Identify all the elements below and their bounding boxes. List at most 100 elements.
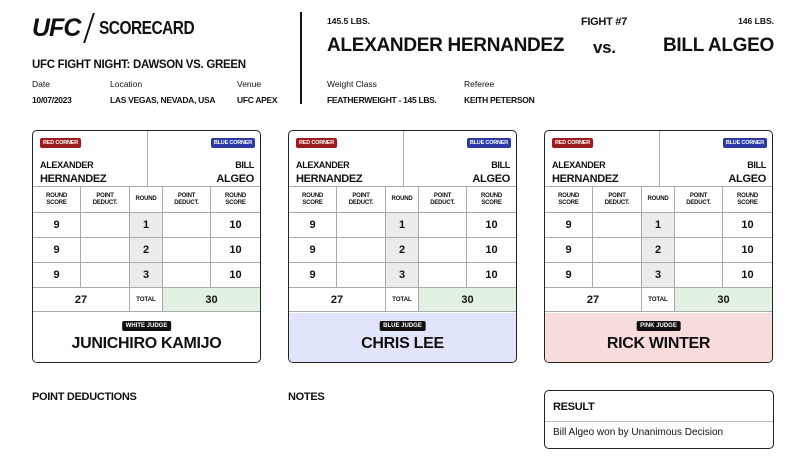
- header-divider: [300, 12, 302, 104]
- blue-round-score-header: ROUND SCORE: [723, 187, 772, 212]
- corner-names: RED CORNER BLUE CORNER ALEXANDER HERNAND…: [545, 131, 772, 187]
- ufc-brand: UFC SCORECARD: [32, 13, 210, 43]
- score-grid: ROUND SCORE POINT DEDUCT. ROUND POINT DEDUC…: [545, 187, 772, 312]
- venue-block: Venue UFC APEX: [237, 79, 278, 105]
- referee-label: Referee: [464, 79, 495, 89]
- date-label: Date: [32, 79, 50, 89]
- blue-point-deduct: [163, 213, 211, 237]
- round-number: 1: [642, 213, 675, 237]
- judge-name: RICK WINTER: [606, 335, 711, 352]
- blue-first-name: BILL: [491, 160, 510, 170]
- red-first-name: ALEXANDER: [40, 160, 94, 170]
- judge-scorecard-3: RED CORNER BLUE CORNER ALEXANDER HERNAND…: [544, 130, 773, 363]
- header-text: DEDUCT.: [348, 199, 374, 206]
- round-row: 9 3 10: [33, 263, 260, 288]
- header-text: SCORE: [46, 199, 67, 206]
- judge-panel: WHITE JUDGE JUNICHIRO KAMIJO: [33, 313, 260, 362]
- round-row: 9 2 10: [33, 238, 260, 263]
- result-text: Bill Algeo won by Unanimous Decision: [553, 427, 724, 438]
- header-text: DEDUCT.: [686, 199, 711, 206]
- blue-round-score: 10: [485, 219, 498, 231]
- red-round-score: 9: [289, 238, 337, 262]
- red-point-deduct-header: POINT DEDUCT.: [81, 187, 130, 212]
- header-text: POINT: [433, 192, 452, 199]
- header-text: ROUND: [302, 192, 323, 199]
- red-first-name: ALEXANDER: [552, 160, 606, 170]
- corner-divider: [147, 131, 148, 187]
- blue-point-deduct-header: POINT DEDUCT.: [675, 187, 723, 212]
- header-text: POINT: [608, 192, 626, 199]
- red-last-name: HERNANDEZ: [40, 173, 107, 185]
- round-row: 9 1 10: [289, 213, 516, 238]
- weight-class-value: FEATHERWEIGHT - 145 LBS.: [327, 95, 437, 105]
- red-corner-badge: RED CORNER: [296, 138, 337, 148]
- blue-first-name: BILL: [235, 160, 254, 170]
- header-text: POINT: [177, 192, 196, 199]
- red-fighter-name: ALEXANDER HERNANDEZ: [327, 35, 565, 56]
- blue-round-score: 10: [229, 219, 242, 231]
- weight-class-block: Weight Class FEATHERWEIGHT - 145 LBS.: [327, 79, 437, 105]
- header-text: DEDUCT.: [174, 199, 199, 206]
- location-label: Location: [110, 79, 143, 89]
- blue-point-deduct: [419, 263, 467, 287]
- blue-corner-badge: BLUE CORNER: [722, 138, 767, 148]
- round-rows: 9 1 10 9 2 10 9 3 10: [33, 213, 260, 288]
- blue-point-deduct-header: POINT DEDUCT.: [419, 187, 467, 212]
- blue-point-deduct: [675, 238, 723, 262]
- total-label: TOTAL: [386, 288, 419, 311]
- round-number: 3: [130, 263, 163, 287]
- blue-round-score: 10: [485, 269, 498, 281]
- red-round-score: 9: [33, 263, 81, 287]
- blue-round-score: 10: [741, 219, 754, 231]
- location-block: Location LAS VEGAS, NEVADA, USA: [110, 79, 215, 105]
- red-round-score: 9: [289, 213, 337, 237]
- header-text: ROUND: [225, 192, 246, 199]
- blue-round-score-header: ROUND SCORE: [467, 187, 516, 212]
- venue-value: UFC APEX: [237, 95, 278, 105]
- judge-color-badge: WHITE JUDGE: [121, 321, 172, 331]
- round-row: 9 2 10: [545, 238, 772, 263]
- round-header: ROUND: [386, 187, 419, 212]
- blue-last-name: ALGEO: [728, 173, 766, 185]
- round-number: 2: [130, 238, 163, 262]
- corner-names: RED CORNER BLUE CORNER ALEXANDER HERNAND…: [33, 131, 260, 187]
- red-corner-fighter: ALEXANDER HERNANDEZ: [552, 158, 652, 186]
- blue-point-deduct: [419, 213, 467, 237]
- blue-first-name: BILL: [747, 160, 766, 170]
- blue-total: 30: [163, 288, 260, 311]
- ufc-logo: UFC: [32, 13, 81, 42]
- blue-last-name: ALGEO: [472, 173, 510, 185]
- round-header: ROUND: [642, 187, 675, 212]
- totals-row: 27 TOTAL 30: [33, 288, 260, 312]
- header-text: POINT: [96, 192, 114, 199]
- vs-label: vs.: [593, 38, 616, 57]
- red-point-deduct-header: POINT DEDUCT.: [337, 187, 386, 212]
- round-number: 1: [386, 213, 419, 237]
- header-text: ROUND: [647, 196, 669, 202]
- blue-corner-badge: BLUE CORNER: [466, 138, 511, 148]
- red-point-deduct: [593, 263, 642, 287]
- score-header-row: ROUND SCORE POINT DEDUCT. ROUND POINT DEDUC…: [545, 187, 772, 213]
- red-round-score-header: ROUND SCORE: [545, 187, 593, 212]
- blue-total: 30: [419, 288, 516, 311]
- round-row: 9 1 10: [545, 213, 772, 238]
- red-round-score: 9: [545, 263, 593, 287]
- round-number: 3: [386, 263, 419, 287]
- date-block: Date 10/07/2023: [32, 79, 72, 105]
- total-label: TOTAL: [130, 288, 163, 311]
- score-grid: ROUND SCORE POINT DEDUCT. ROUND POINT DEDUC…: [33, 187, 260, 312]
- blue-point-deduct: [163, 263, 211, 287]
- blue-point-deduct: [163, 238, 211, 262]
- judge-scorecard-1: RED CORNER BLUE CORNER ALEXANDER HERNAND…: [32, 130, 261, 363]
- blue-corner-fighter: BILL ALGEO: [410, 158, 510, 186]
- red-corner-fighter: ALEXANDER HERNANDEZ: [40, 158, 140, 186]
- red-point-deduct: [337, 263, 386, 287]
- red-total: 27: [545, 288, 642, 311]
- red-point-deduct: [81, 213, 130, 237]
- blue-round-score: 10: [741, 269, 754, 281]
- red-fighter-weight: 145.5 LBS.: [327, 16, 370, 26]
- header-text: DEDUCT.: [430, 199, 455, 206]
- header-text: ROUND: [558, 192, 579, 199]
- red-point-deduct: [593, 238, 642, 262]
- judge-panel: BLUE JUDGE CHRIS LEE: [289, 313, 516, 362]
